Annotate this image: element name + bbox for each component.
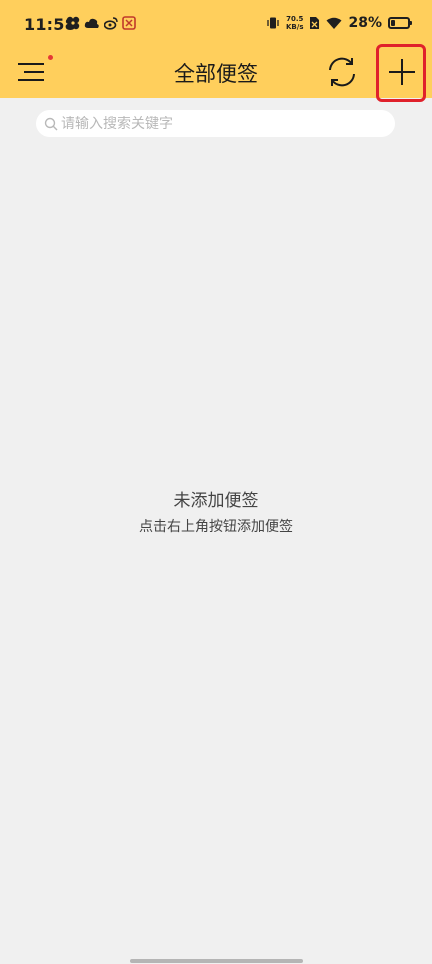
network-speed-value: 70.5 [286, 15, 304, 23]
notification-dot [48, 55, 53, 60]
sync-button[interactable] [324, 54, 360, 90]
app-top-area: 11:58 70.5 KB/s 28% 全部便签 [0, 0, 432, 98]
status-bar: 11:58 70.5 KB/s 28% [0, 0, 432, 48]
cloud-icon [84, 18, 99, 28]
status-right-group: 70.5 KB/s 28% [266, 15, 412, 31]
app-notification-icon [122, 16, 136, 30]
weibo-icon [104, 17, 118, 30]
empty-state-title: 未添加便签 [173, 491, 259, 511]
sync-icon [329, 57, 355, 87]
page-title: 全部便签 [174, 62, 258, 86]
search-input[interactable] [61, 115, 361, 132]
network-speed-unit: KB/s [286, 23, 304, 31]
battery-level [391, 20, 395, 26]
battery-percent: 28% [348, 15, 382, 31]
battery-icon [388, 17, 412, 29]
home-indicator[interactable] [130, 959, 303, 963]
app-header: 全部便签 [0, 48, 432, 98]
wifi-icon [326, 17, 342, 29]
fan-icon [66, 16, 80, 30]
search-icon [44, 117, 58, 130]
no-sim-icon [310, 17, 320, 29]
search-bar[interactable] [36, 110, 395, 137]
plus-icon [389, 59, 415, 85]
vibrate-icon [267, 17, 279, 29]
network-speed: 70.5 KB/s [286, 15, 303, 31]
status-notification-icons [66, 16, 136, 30]
add-note-button[interactable] [376, 44, 426, 102]
empty-state-hint: 点击右上角按钮添加便签 [139, 519, 293, 535]
